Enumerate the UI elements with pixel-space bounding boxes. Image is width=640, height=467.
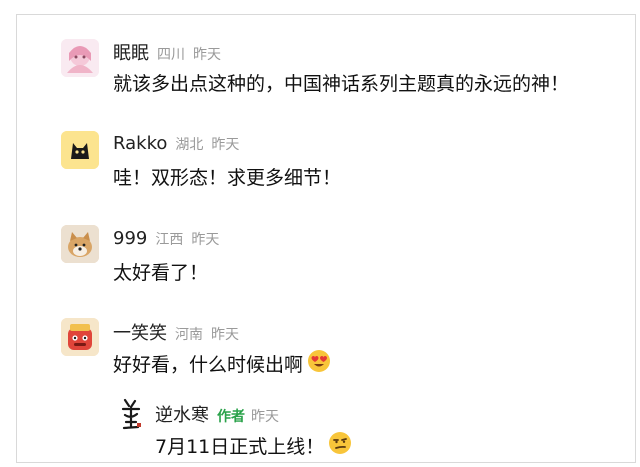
- comment-panel: 眠眠 四川 昨天 就该多出点这种的，中国神话系列主题真的永远的神！ Rakko …: [16, 14, 636, 463]
- avatar[interactable]: [61, 131, 99, 169]
- reply-text: 7月11日正式上线！: [155, 431, 352, 460]
- username[interactable]: 眠眠: [113, 39, 149, 65]
- author-badge: 作者: [217, 409, 245, 425]
- timestamp: 昨天: [211, 137, 240, 153]
- location: 河南: [175, 327, 203, 343]
- username[interactable]: 逆水寒: [155, 401, 209, 427]
- location: 四川: [157, 47, 185, 63]
- timestamp: 昨天: [251, 409, 279, 425]
- username[interactable]: 999: [113, 228, 147, 249]
- red-cartoon-avatar-icon: [61, 318, 99, 356]
- avatar[interactable]: [61, 39, 99, 77]
- calligraphy-logo-avatar-icon: [121, 398, 141, 430]
- smirk-emoji-icon: [328, 431, 352, 460]
- username[interactable]: 一笑笑: [113, 319, 167, 345]
- username[interactable]: Rakko: [113, 133, 167, 154]
- timestamp: 昨天: [211, 327, 239, 343]
- reply-text-body: 7月11日正式上线！: [155, 436, 325, 458]
- comment-text: 就该多出点这种的，中国神话系列主题真的永远的神！: [113, 73, 570, 95]
- heart-eyes-emoji-icon: [307, 349, 331, 378]
- shiba-dog-avatar-icon: [61, 225, 99, 263]
- avatar[interactable]: [61, 318, 99, 356]
- avatar[interactable]: [117, 397, 145, 431]
- comment-text: 太好看了！: [113, 262, 209, 284]
- avatar[interactable]: [61, 225, 99, 263]
- location: 湖北: [175, 137, 204, 153]
- anime-girl-avatar-icon: [61, 39, 99, 77]
- timestamp: 昨天: [193, 47, 221, 63]
- location: 江西: [155, 232, 184, 248]
- comment-text: 好好看，什么时候出啊: [113, 349, 331, 378]
- comment-text: 哇！双形态！求更多细节！: [113, 167, 342, 189]
- timestamp: 昨天: [191, 232, 220, 248]
- comment-text-body: 好好看，什么时候出啊: [113, 354, 304, 376]
- black-cat-avatar-icon: [61, 131, 99, 169]
